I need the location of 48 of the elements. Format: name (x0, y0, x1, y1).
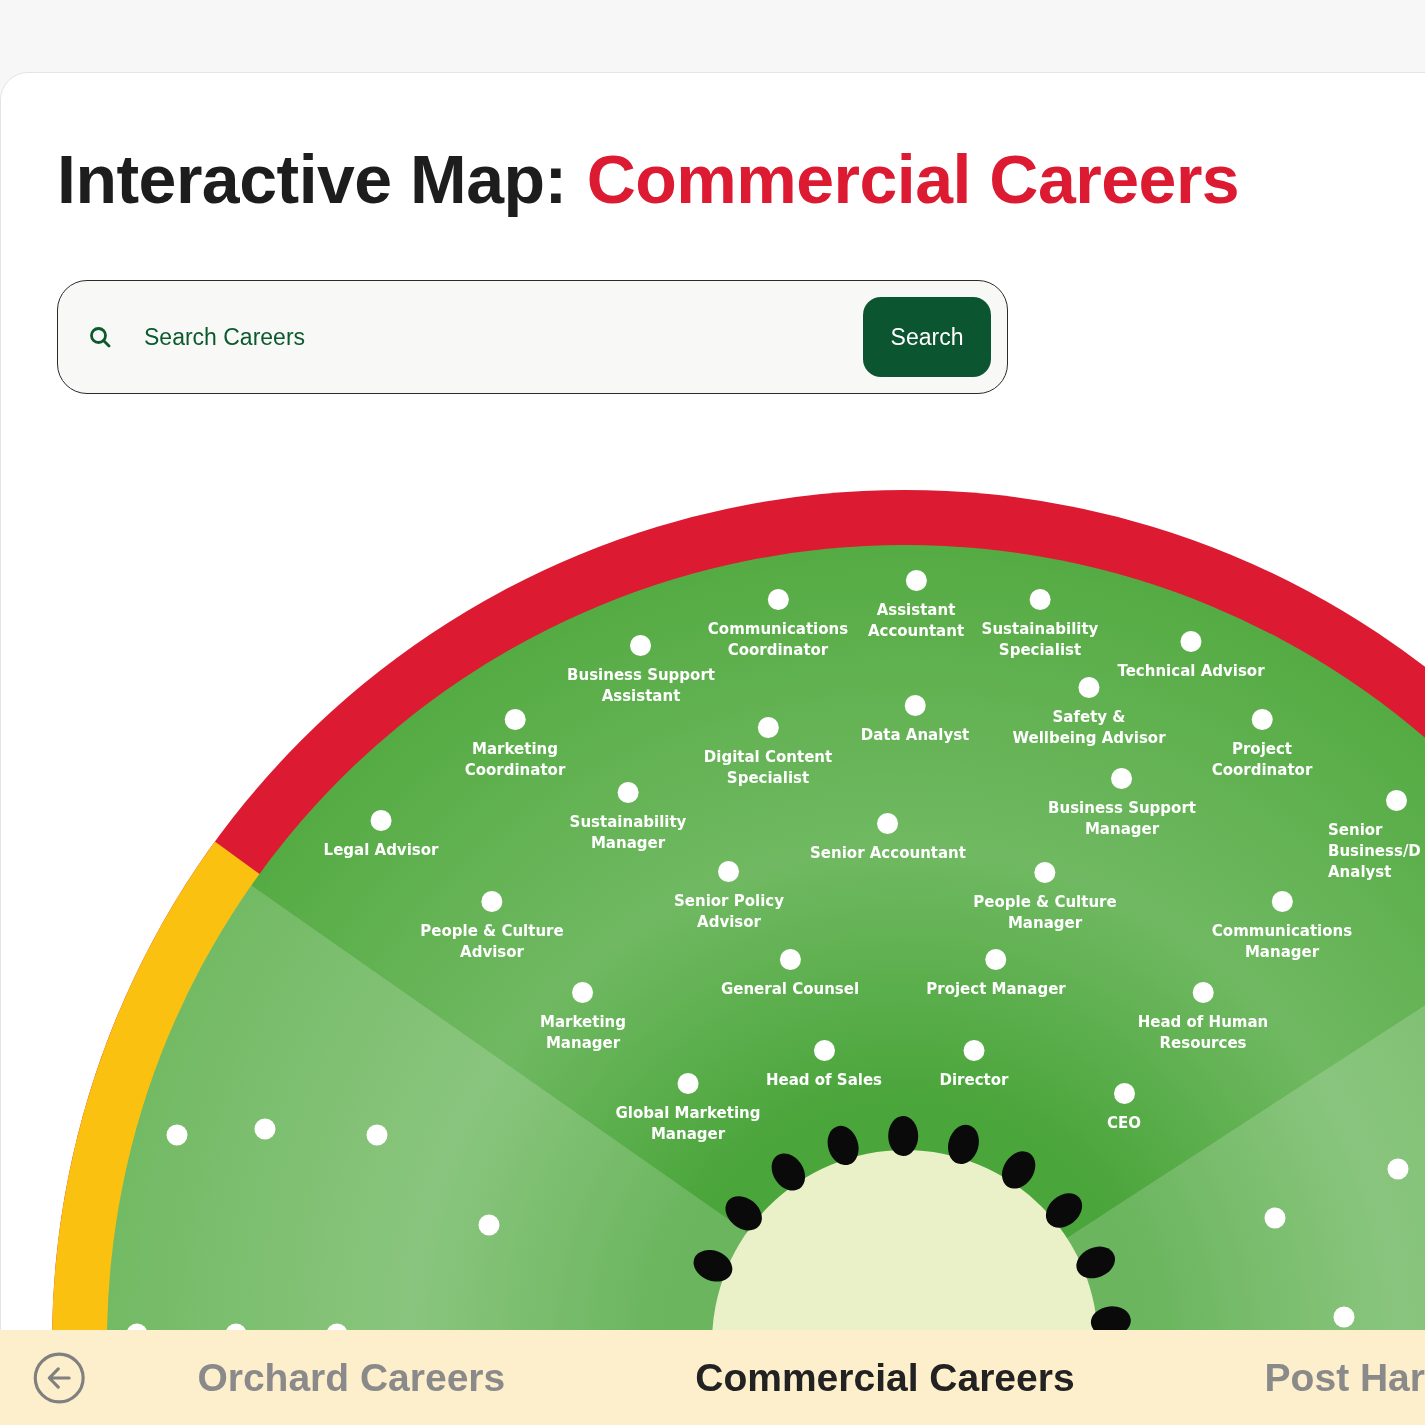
kiwi-seed (1045, 1193, 1083, 1228)
kiwi-seed (1090, 1306, 1131, 1330)
search-button[interactable]: Search (863, 297, 991, 377)
map-dot (1264, 1207, 1286, 1229)
career-node[interactable]: Head of Sales (766, 1040, 882, 1091)
career-node[interactable]: Senior Business/D Analyst (1328, 790, 1421, 883)
kiwi-seed (827, 1125, 859, 1166)
career-node[interactable]: Digital Content Specialist (703, 717, 833, 789)
career-node[interactable]: Global Marketing Manager (615, 1073, 761, 1145)
career-node[interactable]: Data Analyst (860, 695, 970, 746)
kiwi-seed (771, 1153, 806, 1191)
career-node[interactable]: CEO (1107, 1083, 1141, 1134)
career-node[interactable]: Head of Human Resources (1137, 982, 1269, 1054)
career-node[interactable]: Assistant Accountant (867, 570, 965, 642)
career-node[interactable]: General Counsel (720, 949, 860, 1000)
career-node[interactable]: Sustainability Specialist (981, 589, 1099, 661)
career-node[interactable]: Senior Policy Advisor (674, 861, 784, 933)
career-node[interactable]: Marketing Manager (540, 982, 626, 1054)
nav-tab[interactable]: Commercial Careers (695, 1355, 1075, 1400)
page-title: Interactive Map: (57, 140, 567, 218)
search-field[interactable]: Search Careers Search (57, 280, 1008, 394)
career-node[interactable]: Marketing Coordinator (464, 709, 566, 781)
map-dot (478, 1214, 500, 1236)
map-dot (366, 1124, 388, 1146)
career-node[interactable]: Legal Advisor (323, 810, 439, 861)
career-node[interactable]: Project Coordinator (1211, 709, 1313, 781)
career-node[interactable]: Director (939, 1040, 1009, 1091)
kiwi-seed (725, 1196, 762, 1231)
career-node[interactable]: Business Support Manager (1048, 768, 1196, 840)
kiwi-seed (948, 1124, 979, 1165)
career-node[interactable]: Senior Accountant (810, 813, 966, 864)
kiwi-seed (1002, 1151, 1036, 1189)
kiwi-seed (693, 1250, 733, 1282)
map-dot (1387, 1158, 1409, 1180)
career-node[interactable]: Sustainability Manager (569, 782, 687, 854)
map-dot (1333, 1306, 1355, 1328)
career-node[interactable]: People & Culture Advisor (420, 891, 564, 963)
map-dot (166, 1124, 188, 1146)
career-node[interactable]: Project Manager (926, 949, 1066, 1000)
kiwi-seed (888, 1116, 919, 1156)
nav-tab[interactable]: Orchard Careers (197, 1355, 506, 1400)
career-node[interactable]: Communications Manager (1211, 891, 1353, 963)
nav-tab[interactable]: Post Har (1264, 1355, 1425, 1400)
search-icon (88, 325, 112, 349)
career-node[interactable]: People & Culture Manager (973, 862, 1117, 934)
map-dot (254, 1118, 276, 1140)
kiwi-seed (1076, 1246, 1115, 1279)
page-title-highlight: Commercial Careers (586, 140, 1240, 218)
